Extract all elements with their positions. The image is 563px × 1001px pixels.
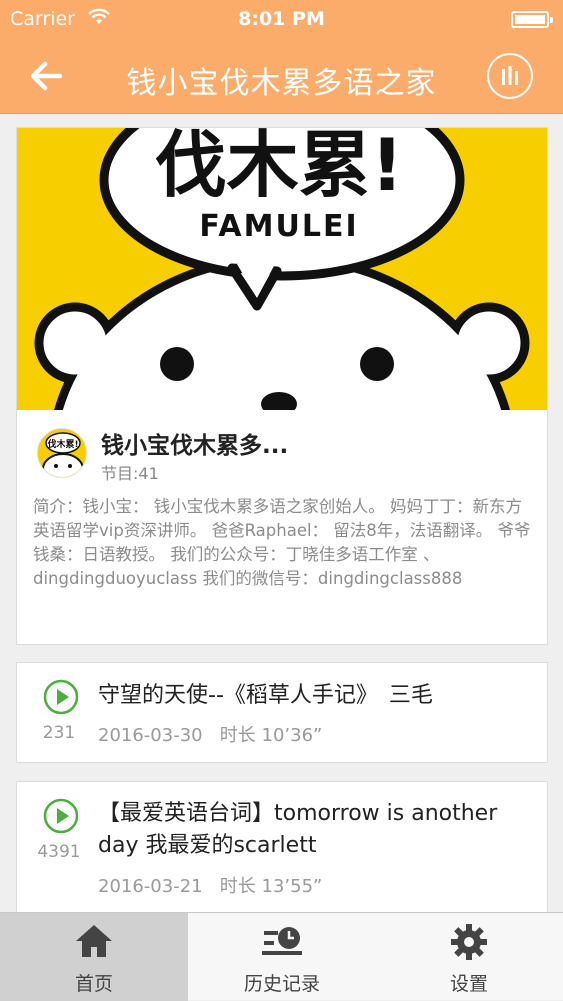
track-title: 守望的天使--《稻草人手记》 三毛 xyxy=(98,683,433,708)
tab-home-label: 首页 xyxy=(74,973,113,995)
nav-bar: 钱小宝伐木累多语之家 xyxy=(0,40,563,114)
track-duration: 时长 13’55” xyxy=(219,876,323,897)
track-title: 【最爱英语台词】tomorrow is another day 我最爱的scar… xyxy=(98,801,498,858)
status-bar: Carrier 8:01 PM xyxy=(0,0,563,40)
album-episode-count: 节目:41 xyxy=(101,464,159,483)
track-date: 2016-03-30 xyxy=(98,725,203,746)
track-item[interactable]: 4391 【最爱英语台词】tomorrow is another day 我最爱… xyxy=(16,781,548,921)
tab-settings[interactable]: 设置 xyxy=(375,913,563,1001)
play-count: 4391 xyxy=(37,842,81,862)
album-title: 钱小宝伐木累多... xyxy=(101,433,289,459)
play-icon[interactable] xyxy=(43,679,79,715)
home-icon xyxy=(76,925,112,957)
album-card: 伐木累! FAMULEI 伐木累! 钱小宝伐木累多... 节目:41 简介：钱小… xyxy=(16,127,548,645)
track-meta: 2016-03-21 时长 13’55” xyxy=(98,872,322,898)
tab-history[interactable]: 历史记录 xyxy=(188,913,376,1001)
clock: 8:01 PM xyxy=(238,8,325,30)
track-date: 2016-03-21 xyxy=(98,876,203,897)
track-duration: 时长 10’36” xyxy=(219,725,323,746)
avatar-text: 伐木累! xyxy=(47,438,78,450)
tab-home[interactable]: 首页 xyxy=(0,913,188,1001)
album-avatar: 伐木累! xyxy=(37,428,87,478)
battery-icon xyxy=(511,11,553,28)
album-cover-image: 伐木累! FAMULEI xyxy=(17,128,547,410)
equalizer-icon xyxy=(502,66,518,85)
track-item[interactable]: 231 守望的天使--《稻草人手记》 三毛 2016-03-30 时长 10’3… xyxy=(16,662,548,763)
tab-settings-label: 设置 xyxy=(449,973,488,995)
cover-title-text: 伐木累! xyxy=(155,128,404,207)
tab-bar: 首页 历史记录 设置 xyxy=(0,912,563,1001)
history-icon xyxy=(262,927,302,955)
gear-icon xyxy=(451,924,487,960)
album-description: 简介：钱小宝： 钱小宝伐木累多语之家创始人。 妈妈丁丁：新东方英语留学vip资深… xyxy=(33,497,531,588)
track-meta: 2016-03-30 时长 10’36” xyxy=(98,721,322,747)
now-playing-button[interactable] xyxy=(487,53,533,99)
page-title: 钱小宝伐木累多语之家 xyxy=(126,66,437,101)
tab-history-label: 历史记录 xyxy=(243,973,320,995)
cover-subtitle-text: FAMULEI xyxy=(199,209,358,244)
play-count: 231 xyxy=(42,723,76,743)
play-icon[interactable] xyxy=(43,798,79,834)
